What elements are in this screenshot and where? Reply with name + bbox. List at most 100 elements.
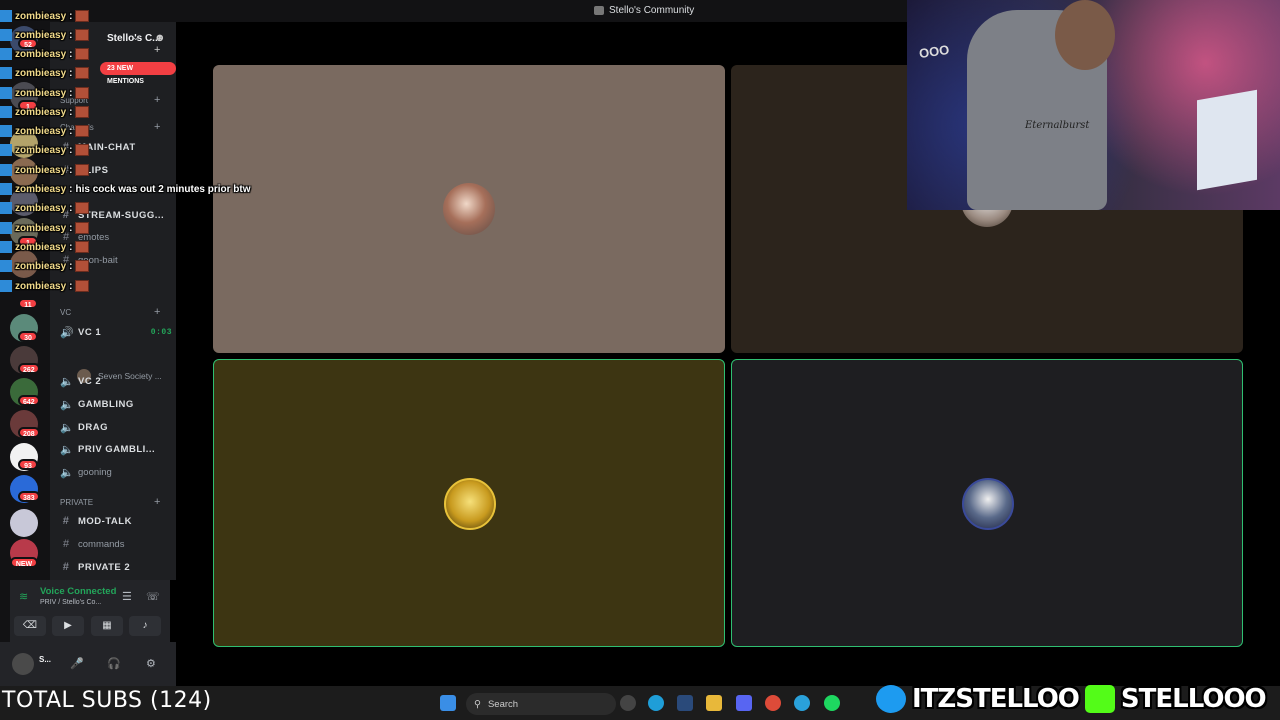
- add-channel-icon[interactable]: +: [154, 496, 160, 508]
- emote-icon: [75, 280, 90, 292]
- channel-label: PRIVATE 2: [78, 561, 131, 573]
- search-label: Search: [487, 698, 519, 710]
- server-icon[interactable]: [10, 509, 38, 537]
- platform-icon: [0, 125, 12, 137]
- emote-icon: [75, 87, 90, 99]
- user-panel: S... 🎤 🎧 ⚙: [0, 642, 176, 686]
- speaker-icon: 🔈: [60, 466, 74, 479]
- chat-user: zombieasy: [15, 183, 67, 195]
- chat-message: zombieasy:: [0, 199, 90, 217]
- headphones-icon[interactable]: 🎧: [107, 657, 121, 670]
- avatar: [444, 478, 496, 530]
- emote-icon: [75, 125, 90, 137]
- speaker-icon: 🔈: [60, 398, 75, 411]
- chat-separator: :: [69, 87, 73, 99]
- new-badge: NEW: [10, 557, 38, 568]
- emote-icon: [75, 48, 90, 60]
- channel-commands[interactable]: # commands: [60, 535, 172, 553]
- voice-channel-drag[interactable]: 🔈 DRAG: [60, 418, 172, 436]
- folder-icon[interactable]: [706, 695, 722, 711]
- chat-message: zombieasy:: [0, 45, 90, 63]
- chat-separator: :: [69, 280, 73, 292]
- signal-icon[interactable]: ≋: [19, 590, 28, 603]
- taskbar-search[interactable]: ⚲ Search: [466, 693, 616, 715]
- streamer-head: [1055, 0, 1115, 70]
- channel-label: PRIV GAMBLI...: [78, 443, 156, 455]
- platform-icon: [0, 260, 12, 272]
- category-private[interactable]: PRIVATE: [60, 498, 93, 507]
- app-icon[interactable]: [620, 695, 636, 711]
- webcam-feed: OOO Eternalburst: [907, 0, 1280, 210]
- chat-separator: :: [69, 48, 73, 60]
- chat-message: zombieasy:: [0, 64, 90, 82]
- twitter-icon: [876, 685, 906, 713]
- screen-share-button[interactable]: ▶: [52, 616, 84, 636]
- notification-badge: 383: [18, 491, 40, 502]
- microphone-icon[interactable]: 🎤: [70, 657, 84, 670]
- start-icon[interactable]: [440, 695, 456, 711]
- voice-channel-vc2[interactable]: 🔈 VC 2: [60, 372, 172, 390]
- kick-handle: STELLOOO: [1120, 684, 1267, 714]
- chat-user: zombieasy: [15, 106, 67, 118]
- emote-icon: [75, 10, 90, 22]
- twitter-handle: ITZSTELLOO: [912, 684, 1080, 714]
- steam-icon[interactable]: [677, 695, 693, 711]
- avatar[interactable]: [12, 653, 34, 675]
- chat-user: zombieasy: [15, 280, 67, 292]
- voice-channel-vc1[interactable]: 🔊 VC 1 0:03: [60, 323, 172, 341]
- chat-user: zombieasy: [15, 260, 67, 272]
- add-channel-icon[interactable]: +: [154, 306, 160, 318]
- kick-icon: [1084, 685, 1115, 713]
- discord-icon[interactable]: [736, 695, 752, 711]
- chat-separator: :: [69, 183, 73, 195]
- chrome-icon[interactable]: [765, 695, 781, 711]
- chat-user: zombieasy: [15, 241, 67, 253]
- channel-mod-talk[interactable]: # MOD-TALK: [60, 512, 172, 530]
- telegram-icon[interactable]: [794, 695, 810, 711]
- chat-separator: :: [69, 202, 73, 214]
- voice-channel-priv-gambling[interactable]: 🔈 PRIV GAMBLI...: [60, 440, 172, 458]
- platform-icon: [0, 164, 12, 176]
- channel-label: DRAG: [78, 421, 108, 433]
- voice-channel-gooning[interactable]: 🔈 gooning: [60, 463, 172, 481]
- spotify-icon[interactable]: [824, 695, 840, 711]
- voice-timer: 0:03: [150, 327, 172, 337]
- voice-status[interactable]: Voice Connected: [40, 586, 116, 597]
- participant-tile[interactable]: [213, 65, 725, 353]
- channel-private-2[interactable]: # PRIVATE 2: [60, 558, 172, 576]
- voice-channel-gambling[interactable]: 🔈 GAMBLING: [60, 395, 172, 413]
- platform-icon: [0, 67, 12, 79]
- chat-user: zombieasy: [15, 164, 67, 176]
- hoodie-text: Eternalburst: [1025, 120, 1090, 131]
- chat-separator: :: [69, 241, 73, 253]
- platform-icon: [0, 202, 12, 214]
- search-icon: ⚲: [474, 698, 481, 710]
- camera-off-button[interactable]: ⌫: [14, 616, 46, 636]
- platform-icon: [0, 241, 12, 253]
- chat-separator: :: [69, 164, 73, 176]
- voice-connected-panel: ≋ Voice Connected PRIV / Stello's Co... …: [10, 580, 170, 642]
- user-name[interactable]: S...: [39, 655, 51, 664]
- emote-icon: [75, 241, 90, 253]
- platform-icon: [0, 87, 12, 99]
- participant-tile-speaking[interactable]: [731, 359, 1243, 647]
- category-vc[interactable]: VC: [60, 308, 71, 317]
- chat-message: zombieasy:: [0, 84, 90, 102]
- chat-user: zombieasy: [15, 222, 67, 234]
- platform-icon: [0, 183, 12, 195]
- disconnect-icon[interactable]: ☏: [146, 590, 160, 603]
- chat-message: zombieasy:: [0, 141, 90, 159]
- chat-separator: :: [69, 144, 73, 156]
- voice-location[interactable]: PRIV / Stello's Co...: [40, 599, 101, 606]
- notification-badge: 30: [18, 331, 38, 342]
- chat-user: zombieasy: [15, 87, 67, 99]
- emote-icon: [75, 202, 90, 214]
- speaker-icon: 🔈: [60, 421, 75, 434]
- participant-tile-speaking[interactable]: [213, 359, 725, 647]
- edge-icon[interactable]: [648, 695, 664, 711]
- soundboard-button[interactable]: ♪: [129, 616, 161, 636]
- activities-button[interactable]: ▦: [91, 616, 123, 636]
- noise-suppression-icon[interactable]: ☰: [122, 590, 132, 603]
- channel-label: GAMBLING: [78, 398, 134, 410]
- gear-icon[interactable]: ⚙: [146, 657, 156, 670]
